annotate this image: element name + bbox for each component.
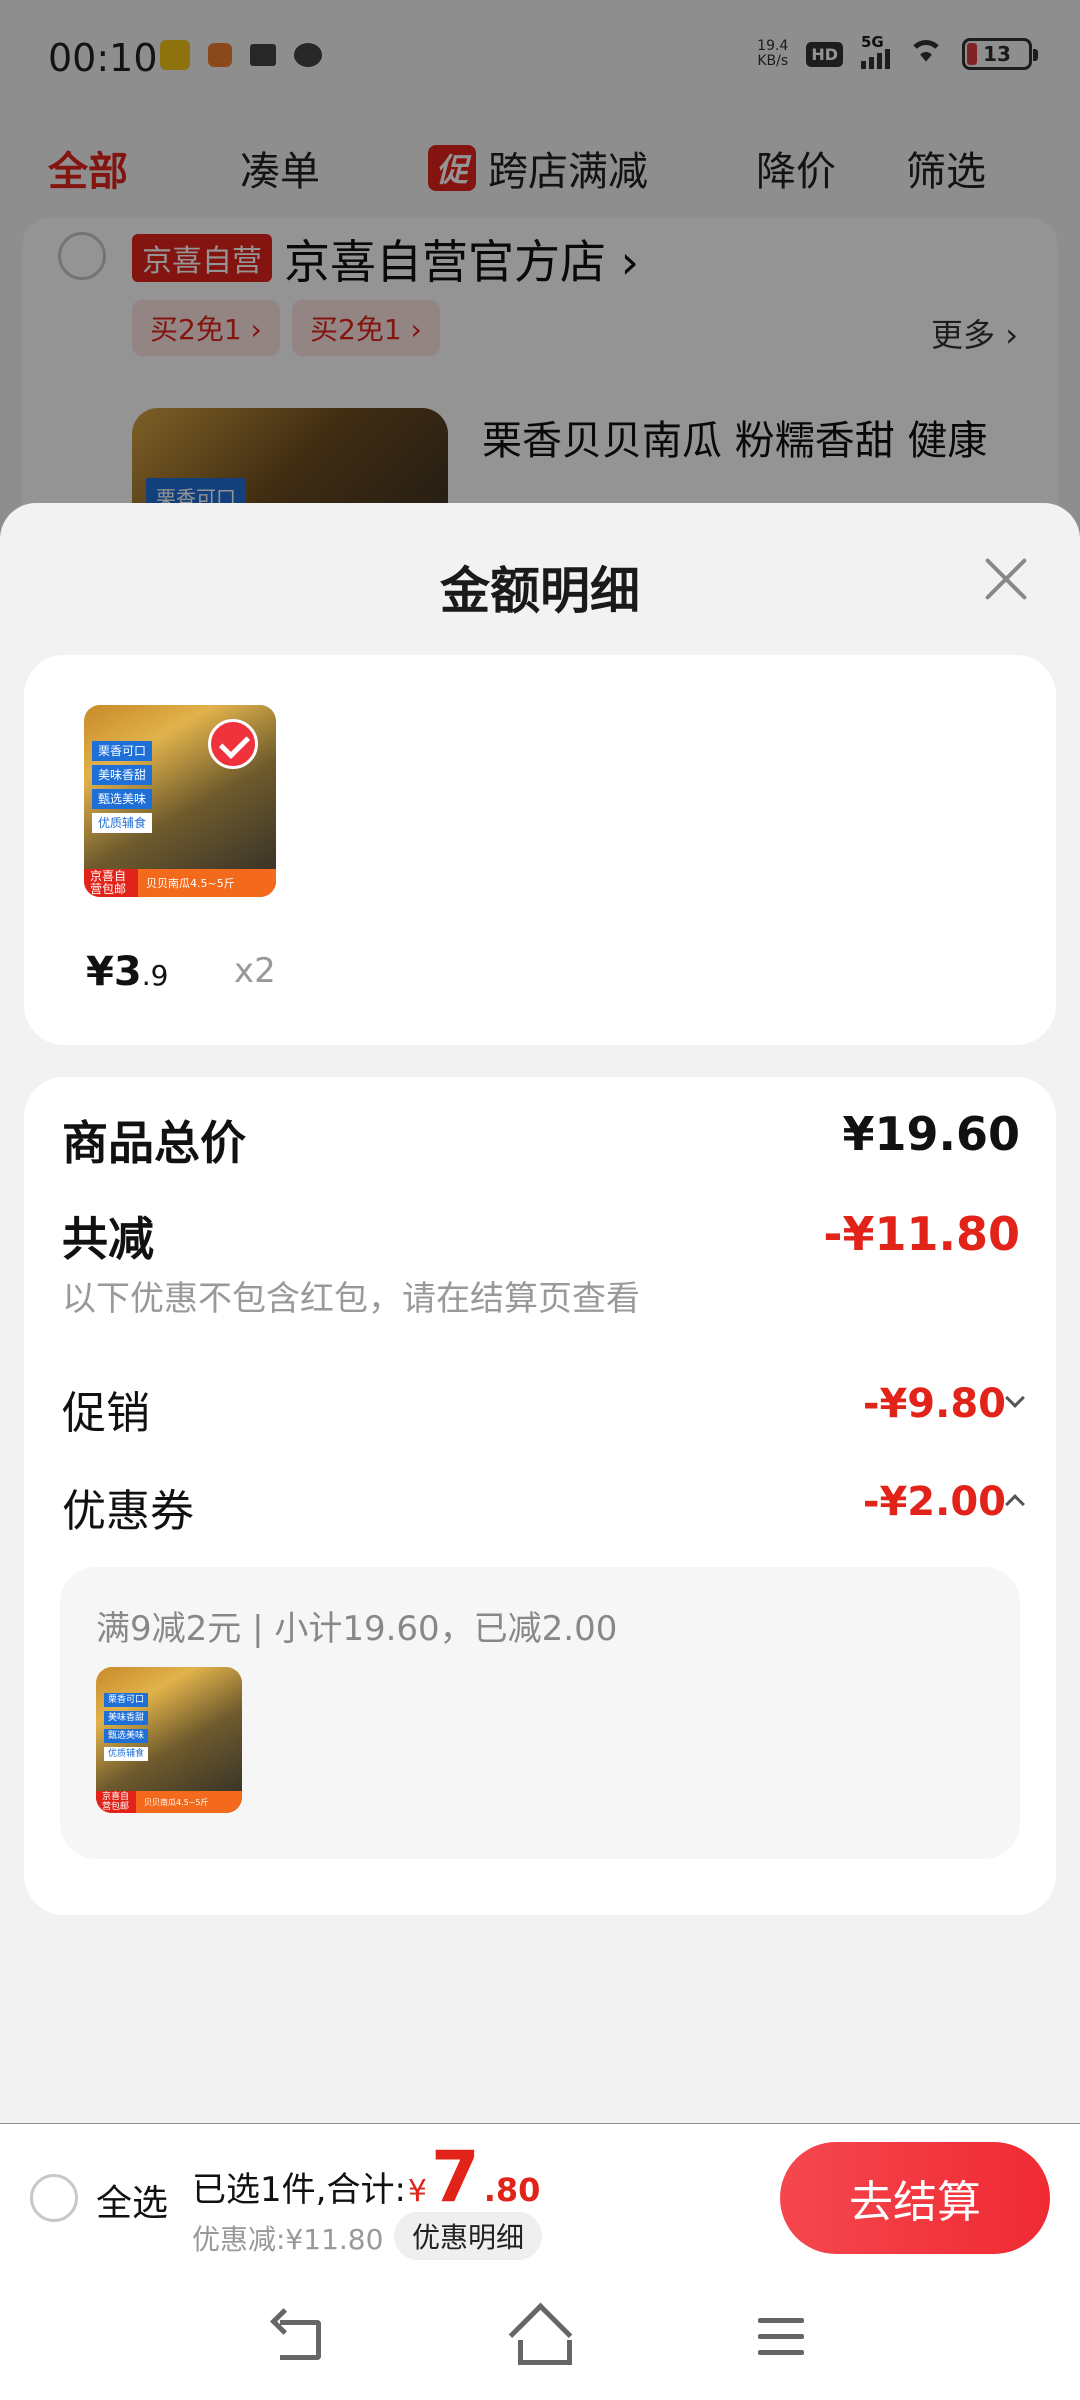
close-icon[interactable] xyxy=(976,549,1036,609)
promotion-label: 促销 xyxy=(62,1388,150,1439)
selected-count-text: 已选1件,合计: xyxy=(192,2170,406,2210)
coupon-detail-text: 满9减2元 | 小计19.60，已减2.00 xyxy=(96,1609,618,1649)
cart-total: 已选1件,合计: ¥ 7 .80 xyxy=(192,2142,540,2212)
product-image-label: 美味香甜 xyxy=(92,765,153,785)
product-image-spec: 贝贝南瓜4.5~5斤 xyxy=(144,1797,209,1807)
product-image-label: 优质辅食 xyxy=(92,813,153,833)
discount-amount: 优惠减:¥11.80 xyxy=(192,2223,384,2256)
product-image-label: 栗香可口 xyxy=(104,1693,149,1707)
system-nav-bar xyxy=(0,2272,1080,2400)
product-image-label: 优质辅食 xyxy=(104,1747,149,1761)
product-image-footer: 京喜自营包邮 贝贝南瓜4.5~5斤 xyxy=(96,1791,242,1813)
selected-items-card: 栗香可口 美味香甜 甄选美味 优质辅食 京喜自营包邮 贝贝南瓜4.5~5斤 ¥3… xyxy=(24,655,1056,1045)
product-image-spec: 贝贝南瓜4.5~5斤 xyxy=(146,877,235,890)
back-icon[interactable] xyxy=(266,2302,336,2372)
sheet-title: 金额明细 xyxy=(440,562,640,620)
product-image-labels: 栗香可口 美味香甜 甄选美味 优质辅食 xyxy=(104,1693,149,1761)
total-reduction-label: 共减 xyxy=(62,1212,154,1266)
coupon-label: 优惠券 xyxy=(62,1486,194,1537)
amount-detail-sheet: 金额明细 栗香可口 美味香甜 甄选美味 优质辅食 京喜自营包邮 贝贝南瓜4.5~… xyxy=(0,503,1080,2123)
product-image-label: 甄选美味 xyxy=(92,789,153,809)
select-all-radio[interactable] xyxy=(30,2174,78,2222)
coupon-value: -¥2.00 xyxy=(862,1479,1006,1525)
product-image-label: 栗香可口 xyxy=(92,741,153,761)
reduction-note: 以下优惠不包含红包，请在结算页查看 xyxy=(62,1279,640,1319)
total-decimal: .80 xyxy=(483,2171,541,2209)
unit-price-symbol: ¥ xyxy=(86,949,114,995)
price-breakdown-card: 商品总价 ¥19.60 共减 -¥11.80 以下优惠不包含红包，请在结算页查看… xyxy=(24,1077,1056,1915)
product-image-labels: 栗香可口 美味香甜 甄选美味 优质辅食 xyxy=(92,741,153,833)
home-icon[interactable] xyxy=(504,2302,574,2372)
product-image-label: 甄选美味 xyxy=(104,1729,149,1743)
total-price-value: ¥19.60 xyxy=(842,1107,1020,1161)
product-image-label: 美味香甜 xyxy=(104,1711,149,1725)
chevron-up-icon xyxy=(1005,1494,1025,1514)
product-image-footer: 京喜自营包邮 贝贝南瓜4.5~5斤 xyxy=(84,869,276,897)
menu-icon[interactable] xyxy=(748,2302,818,2372)
total-currency: ¥ xyxy=(407,2174,427,2209)
coupon-product-image[interactable]: 栗香可口 美味香甜 甄选美味 优质辅食 京喜自营包邮 贝贝南瓜4.5~5斤 xyxy=(96,1667,242,1813)
product-image-badge: 京喜自营包邮 xyxy=(84,869,138,897)
selected-check-icon xyxy=(208,719,258,769)
unit-price-decimal: .9 xyxy=(141,959,169,992)
total-reduction-value: -¥11.80 xyxy=(823,1207,1020,1261)
coupon-detail-box: 满9减2元 | 小计19.60，已减2.00 栗香可口 美味香甜 甄选美味 优质… xyxy=(60,1567,1020,1859)
discount-detail-button[interactable]: 优惠明细 xyxy=(394,2212,543,2260)
total-integer: 7 xyxy=(431,2136,480,2218)
unit-price-integer: 3 xyxy=(113,949,142,995)
unit-price: ¥3.9 xyxy=(86,949,168,995)
item-quantity: x2 xyxy=(234,951,276,991)
promotion-value: -¥9.80 xyxy=(862,1381,1006,1427)
product-image-badge: 京喜自营包邮 xyxy=(96,1791,136,1813)
total-price-label: 商品总价 xyxy=(62,1116,246,1170)
checkout-button[interactable]: 去结算 xyxy=(780,2142,1050,2254)
cart-action-bar: 全选 已选1件,合计: ¥ 7 .80 优惠减:¥11.80 优惠明细 去结算 xyxy=(0,2124,1080,2272)
chevron-down-icon xyxy=(1005,1388,1025,1408)
select-all-label[interactable]: 全选 xyxy=(96,2174,168,2226)
battery-level: 13 xyxy=(983,42,1011,66)
